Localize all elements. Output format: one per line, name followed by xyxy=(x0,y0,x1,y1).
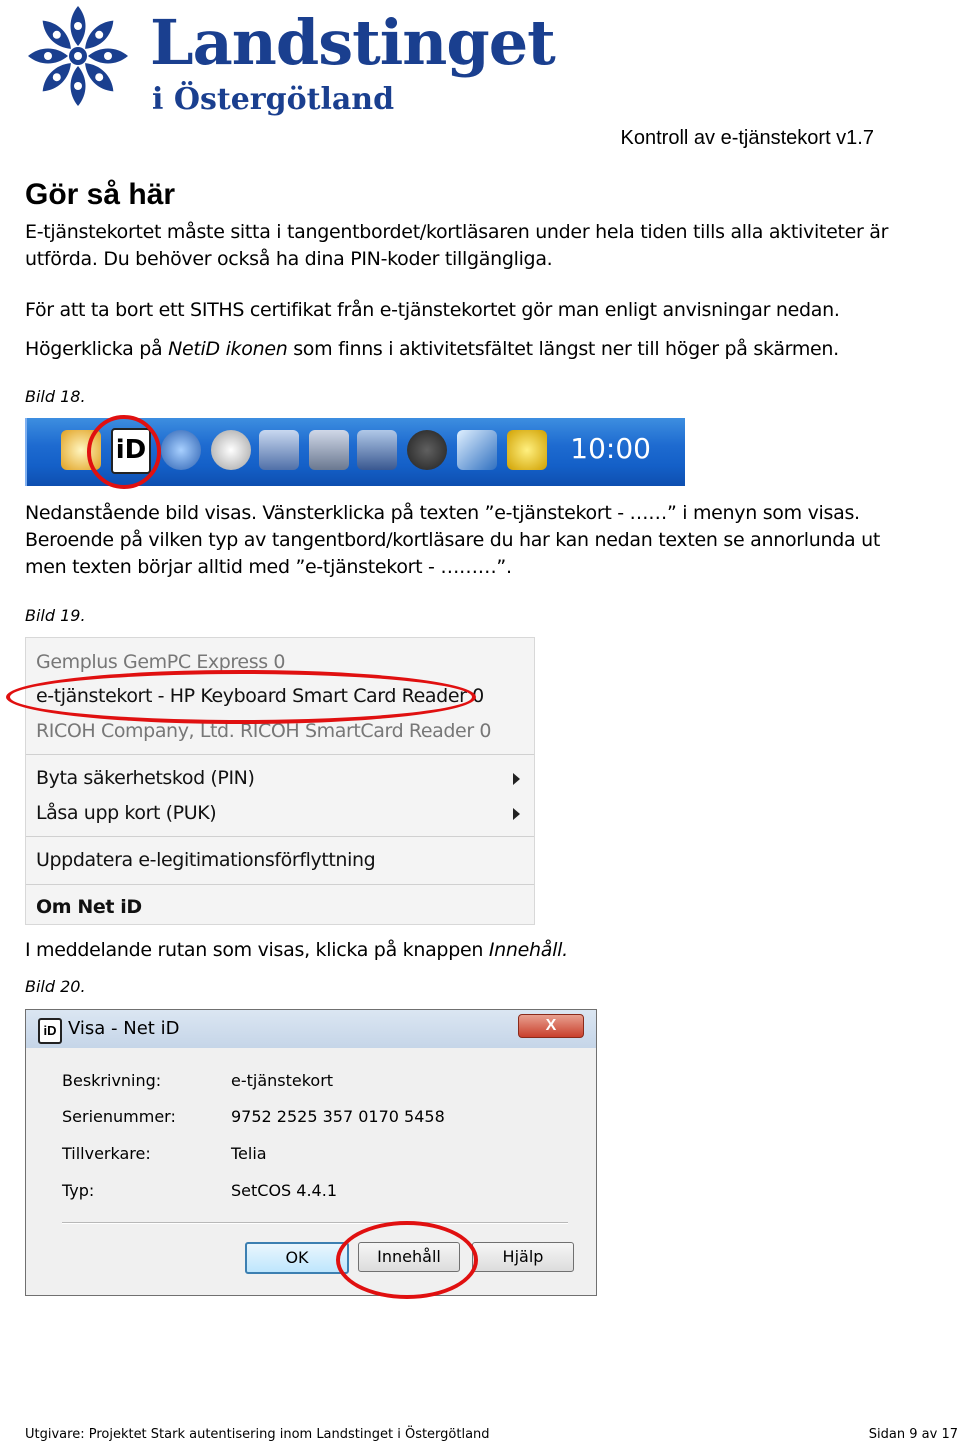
contents-button-emphasis: Innehåll. xyxy=(488,939,568,961)
section-title: Gör så här xyxy=(25,178,176,211)
menu-separator xyxy=(26,884,534,885)
ok-button[interactable]: OK xyxy=(245,1242,349,1274)
sync-icon xyxy=(211,430,251,470)
highlight-ellipse xyxy=(6,670,476,724)
highlight-circle xyxy=(87,415,161,489)
shield-icon xyxy=(259,430,299,470)
text: Högerklicka på xyxy=(25,338,169,360)
dialog-titlebar: iD Visa - Net iD X xyxy=(26,1010,596,1048)
field-value: Telia xyxy=(231,1144,267,1163)
taskbar-screenshot: iD 10:00 xyxy=(25,415,685,489)
field-value: 9752 2525 357 0170 5458 xyxy=(231,1107,445,1126)
network-icon xyxy=(357,430,397,470)
logo-name: Landstinget xyxy=(150,6,556,79)
dialog-separator xyxy=(62,1222,568,1224)
chart-icon xyxy=(457,430,497,470)
close-icon[interactable]: X xyxy=(518,1014,584,1038)
footer-publisher: Utgivare: Projektet Stark autentisering … xyxy=(25,1427,490,1442)
paragraph-click-contents: I meddelande rutan som visas, klicka på … xyxy=(25,937,905,964)
field-label: Tillverkare: xyxy=(62,1144,151,1163)
tray-clock: 10:00 xyxy=(570,432,651,465)
caption-bild-19: Bild 19. xyxy=(25,606,86,625)
window-icon xyxy=(161,430,201,470)
submenu-arrow-icon xyxy=(513,808,520,820)
footer-page-number: Sidan 9 av 17 xyxy=(868,1427,958,1442)
field-label: Beskrivning: xyxy=(62,1071,162,1090)
wireless-network-icon xyxy=(309,430,349,470)
netid-view-dialog: iD Visa - Net iD X Beskrivning: e-tjänst… xyxy=(25,1009,597,1296)
landstinget-logo-icon xyxy=(28,6,128,106)
menu-item-change-pin[interactable]: Byta säkerhetskod (PIN) xyxy=(36,767,255,789)
caption-bild-18: Bild 18. xyxy=(25,387,86,406)
security-warning-icon xyxy=(407,430,447,470)
menu-item-update-transfer[interactable]: Uppdatera e-legitimationsförflyttning xyxy=(36,849,376,871)
menu-item-unlock-puk[interactable]: Låsa upp kort (PUK) xyxy=(36,802,217,824)
submenu-arrow-icon xyxy=(513,773,520,785)
highlight-circle xyxy=(336,1221,478,1299)
dialog-title: Visa - Net iD xyxy=(68,1018,180,1039)
lock-alert-icon xyxy=(507,430,547,470)
field-value: SetCOS 4.4.1 xyxy=(231,1181,337,1200)
menu-separator xyxy=(26,836,534,837)
menu-item-about[interactable]: Om Net iD xyxy=(36,896,142,918)
paragraph-right-click: Högerklicka på NetiD ikonen som finns i … xyxy=(25,336,905,363)
paragraph-instructions-intro: För att ta bort ett SITHS certifikat frå… xyxy=(25,299,840,321)
logo-subtitle: i Östergötland xyxy=(152,82,395,117)
field-label: Serienummer: xyxy=(62,1107,176,1126)
text: som finns i aktivitetsfältet längst ner … xyxy=(287,338,839,360)
text: I meddelande rutan som visas, klicka på … xyxy=(25,939,489,961)
caption-bild-20: Bild 20. xyxy=(25,977,86,996)
menu-separator xyxy=(26,754,534,755)
netid-icon: iD xyxy=(38,1018,62,1044)
paragraph-card-required: E-tjänstekortet måste sitta i tangentbor… xyxy=(25,221,889,270)
field-label: Typ: xyxy=(62,1181,95,1200)
field-value: e-tjänstekort xyxy=(231,1071,334,1090)
paragraph-left-click: Nedanstående bild visas. Vänsterklicka p… xyxy=(25,502,880,578)
help-button[interactable]: Hjälp xyxy=(472,1242,574,1272)
netid-icon-emphasis: NetiD ikonen xyxy=(168,338,288,360)
document-title: Kontroll av e-tjänstekort v1.7 xyxy=(620,127,874,149)
